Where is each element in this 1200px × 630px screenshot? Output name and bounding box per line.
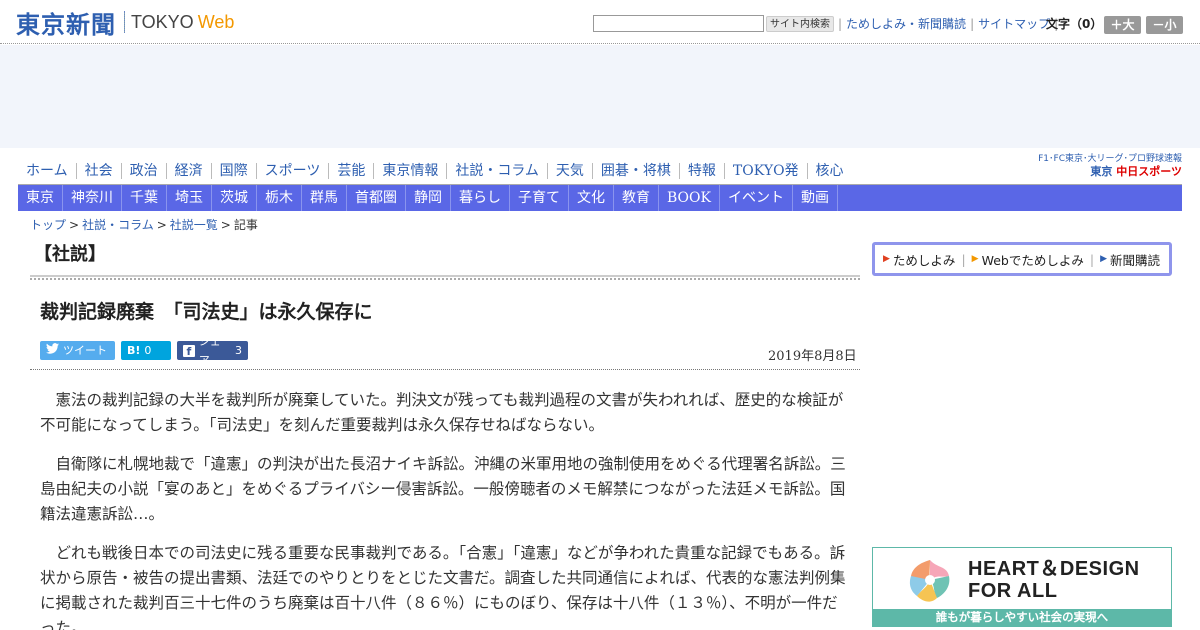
nav-item-core[interactable]: 核心 — [806, 163, 852, 179]
banner-title-line1: HEART＆DESIGN — [968, 558, 1140, 580]
nav-item-weather[interactable]: 天気 — [546, 163, 592, 179]
hatena-count: 0 — [144, 344, 152, 357]
site-search-input[interactable] — [593, 15, 764, 32]
font-smaller-button[interactable]: －小 — [1146, 16, 1183, 34]
article-date: 2019年8月8日 — [768, 349, 857, 364]
logo-text-web: Web — [197, 11, 235, 32]
subscribe-label: 新聞購読 — [1109, 252, 1160, 268]
chunichi-prefix: 東京 — [1090, 165, 1113, 178]
subscribe-link[interactable]: ▶ 新聞購読 — [1100, 250, 1160, 269]
region-gunma[interactable]: 群馬 — [302, 185, 347, 211]
nav-item-economy[interactable]: 経済 — [165, 163, 211, 179]
regional-nav: 東京 神奈川 千葉 埼玉 茨城 栃木 群馬 首都圏 静岡 暮らし 子育て 文化 … — [18, 185, 1182, 211]
region-chiba[interactable]: 千葉 — [122, 185, 167, 211]
web-trial-read-label: Webでためしよみ — [981, 252, 1084, 268]
tweet-label: ツイート — [63, 344, 107, 357]
web-trial-read-link[interactable]: ▶ Webでためしよみ — [972, 250, 1084, 269]
chunichi-sports-link[interactable]: F1･FC東京･大リーグ･プロ野球速報 東京 中日スポーツ — [1022, 154, 1182, 179]
nav-item-event[interactable]: イベント — [720, 185, 793, 211]
tweet-button[interactable]: ツイート — [40, 341, 115, 360]
facebook-share-button[interactable]: f シェア 3 — [177, 335, 248, 367]
link-divider: | — [970, 17, 975, 31]
facebook-share-label: シェア — [198, 334, 221, 367]
article-title: 裁判記録廃棄 「司法史」は永久保存に — [40, 301, 373, 323]
heart-design-logo-icon — [909, 560, 950, 602]
trial-read-label: ためしよみ — [892, 252, 956, 268]
nav-item-society[interactable]: 社会 — [75, 163, 121, 179]
nav-item-tokyo-hatsu[interactable]: TOKYO発 — [723, 163, 807, 179]
trial-read-link[interactable]: ▶ ためしよみ — [883, 250, 955, 269]
chunichi-tagline: F1･FC東京･大リーグ･プロ野球速報 — [1038, 154, 1182, 164]
utility-links: | ためしよみ・新聞購読 | サイトマップ | — [834, 16, 1062, 32]
nav-item-go-shogi[interactable]: 囲碁・将棋 — [591, 163, 679, 179]
hatena-icon: B! — [127, 344, 141, 357]
breadcrumb-top[interactable]: トップ — [30, 218, 66, 232]
region-tochigi[interactable]: 栃木 — [257, 185, 302, 211]
sitemap-link[interactable]: サイトマップ — [978, 16, 1050, 32]
twitter-bird-icon — [46, 341, 59, 360]
advertisement-area — [0, 45, 1200, 148]
nav-item-entertainment[interactable]: 芸能 — [328, 163, 373, 179]
nav-item-sports[interactable]: スポーツ — [255, 163, 329, 179]
nav-item-living[interactable]: 暮らし — [451, 185, 510, 211]
banner-caption: 誰もが暮らしやすい社会の実現へ — [873, 609, 1171, 626]
nav-item-home[interactable]: ホーム — [18, 163, 76, 179]
chunichi-brand: 中日スポーツ — [1116, 165, 1182, 178]
link-divider: | — [1089, 251, 1095, 267]
section-title: 【社説】 — [34, 244, 106, 265]
subscribe-box: ▶ ためしよみ | ▶ Webでためしよみ | ▶ 新聞購読 — [872, 242, 1172, 276]
article-paragraph: 自衛隊に札幌地裁で「違憲」の判決が出た長沼ナイキ訴訟。沖縄の米軍用地の強制使用を… — [40, 455, 846, 523]
font-size-label: 文字（0） — [1046, 17, 1103, 31]
nav-item-book[interactable]: BOOK — [659, 185, 720, 211]
region-tokyo[interactable]: 東京 — [18, 185, 63, 211]
site-header: 東京新聞 TOKYO Web サイト内検索 | ためしよみ・新聞購読 | サイト… — [0, 0, 1200, 44]
arrow-right-icon: ▶ — [883, 254, 890, 264]
trial-subscribe-link[interactable]: ためしよみ・新聞購読 — [846, 16, 966, 32]
nav-item-politics[interactable]: 政治 — [120, 163, 166, 179]
link-divider: | — [838, 17, 843, 31]
article-paragraph: 憲法の裁判記録の大半を裁判所が廃棄していた。判決文が残っても裁判過程の文書が失わ… — [40, 391, 844, 434]
nav-item-world[interactable]: 国際 — [210, 163, 256, 179]
region-saitama[interactable]: 埼玉 — [167, 185, 212, 211]
region-shizuoka[interactable]: 静岡 — [406, 185, 451, 211]
hatena-bookmark-button[interactable]: B! 0 — [121, 341, 171, 360]
breadcrumb-separator: > — [69, 218, 80, 232]
nav-item-video[interactable]: 動画 — [793, 185, 838, 211]
breadcrumb-current: 記事 — [233, 218, 258, 232]
logo-divider — [124, 11, 125, 33]
logo-text-tokyo: TOKYO — [131, 11, 194, 32]
breadcrumb: トップ > 社説・コラム > 社説一覧 > 記事 — [30, 217, 258, 233]
facebook-share-count: 3 — [235, 344, 242, 357]
site-logo[interactable]: 東京新聞 TOKYO Web — [16, 8, 235, 39]
section-divider — [30, 275, 860, 280]
nav-item-special[interactable]: 特報 — [678, 163, 724, 179]
logo-text-jp: 東京新聞 — [16, 9, 116, 39]
heart-design-banner[interactable]: HEART＆DESIGN FOR ALL 誰もが暮らしやすい社会の実現へ — [872, 547, 1172, 627]
primary-nav: ホーム 社会 政治 経済 国際 スポーツ 芸能 東京情報 社説・コラム 天気 囲… — [18, 158, 852, 184]
breadcrumb-separator: > — [220, 218, 231, 232]
nav-item-parenting[interactable]: 子育て — [510, 185, 569, 211]
nav-item-editorial[interactable]: 社説・コラム — [446, 163, 547, 179]
breadcrumb-editorial-list[interactable]: 社説一覧 — [170, 218, 218, 232]
font-larger-button[interactable]: ＋大 — [1104, 16, 1141, 34]
chunichi-logo: 東京 中日スポーツ — [1022, 165, 1182, 179]
nav-item-education[interactable]: 教育 — [614, 185, 659, 211]
facebook-icon: f — [183, 344, 195, 358]
nav-item-tokyo-info[interactable]: 東京情報 — [373, 163, 446, 179]
nav-item-culture[interactable]: 文化 — [569, 185, 614, 211]
link-divider: | — [961, 251, 966, 267]
article-divider — [30, 369, 860, 370]
site-search-button[interactable]: サイト内検索 — [766, 16, 834, 32]
breadcrumb-separator: > — [156, 218, 167, 232]
arrow-right-icon: ▶ — [1100, 254, 1107, 264]
banner-title-line2: FOR ALL — [968, 580, 1058, 602]
region-ibaraki[interactable]: 茨城 — [212, 185, 257, 211]
breadcrumb-editorial[interactable]: 社説・コラム — [82, 218, 154, 232]
region-kanagawa[interactable]: 神奈川 — [63, 185, 122, 211]
article-body: 憲法の裁判記録の大半を裁判所が廃棄していた。判決文が残っても裁判過程の文書が失わ… — [40, 388, 850, 630]
region-metro[interactable]: 首都圏 — [347, 185, 406, 211]
article-paragraph: どれも戦後日本での司法史に残る重要な民事裁判である。「合憲」「違憲」などが争われ… — [40, 544, 846, 630]
arrow-right-icon: ▶ — [971, 254, 979, 264]
